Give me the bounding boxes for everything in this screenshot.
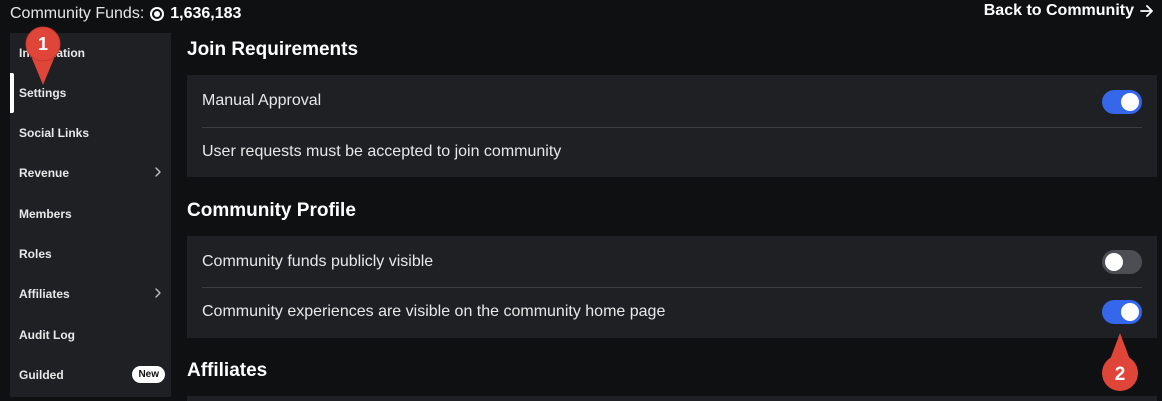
community-funds-label: Community Funds: xyxy=(10,5,145,22)
back-to-community-link[interactable]: Back to Community xyxy=(984,0,1154,22)
sidebar-item-label: Social Links xyxy=(19,126,90,140)
sidebar-item-guilded[interactable]: Guilded New xyxy=(10,355,171,395)
sidebar-item-members[interactable]: Members xyxy=(10,194,171,234)
join-description-row: User requests must be accepted to join c… xyxy=(202,127,1142,177)
community-funds-value: 1,636,183 xyxy=(170,5,242,22)
annotation-marker-2-number: 2 xyxy=(1115,364,1126,385)
sidebar-item-label: Roles xyxy=(19,247,52,261)
affiliates-card xyxy=(187,396,1157,401)
affiliates-title: Affiliates xyxy=(187,360,268,381)
manual-approval-toggle[interactable] xyxy=(1102,90,1142,114)
sidebar-item-label: Members xyxy=(19,207,72,221)
sidebar: Information Settings Social Links Revenu… xyxy=(10,33,171,397)
sidebar-item-roles[interactable]: Roles xyxy=(10,234,171,274)
manual-approval-row: Manual Approval xyxy=(202,76,1142,126)
join-requirements-card: Manual Approval User requests must be ac… xyxy=(187,75,1157,177)
annotation-marker-1-number: 1 xyxy=(38,34,48,54)
community-profile-title: Community Profile xyxy=(187,200,356,221)
toggle-knob xyxy=(1105,253,1123,271)
chevron-right-icon xyxy=(155,167,161,177)
sidebar-item-label: Guilded xyxy=(19,368,64,382)
join-requirements-title: Join Requirements xyxy=(187,39,359,60)
funds-visible-toggle[interactable] xyxy=(1102,250,1142,274)
toggle-knob xyxy=(1121,93,1139,111)
new-badge: New xyxy=(132,366,165,383)
funds-visible-label: Community funds publicly visible xyxy=(202,253,434,270)
sidebar-item-label: Affiliates xyxy=(19,287,70,301)
community-profile-card: Community funds publicly visible Communi… xyxy=(187,236,1157,338)
back-to-community-label: Back to Community xyxy=(983,2,1134,19)
funds-visible-row: Community funds publicly visible xyxy=(202,237,1142,287)
arrow-right-icon xyxy=(1140,5,1153,17)
community-funds: Community Funds: 1,636,183 xyxy=(10,3,241,25)
sidebar-item-label: Revenue xyxy=(19,166,70,180)
manual-approval-label: Manual Approval xyxy=(202,92,322,109)
sidebar-item-revenue[interactable]: Revenue xyxy=(10,153,171,193)
toggle-knob xyxy=(1121,303,1139,321)
join-description: User requests must be accepted to join c… xyxy=(202,143,562,160)
sidebar-item-social-links[interactable]: Social Links xyxy=(10,113,171,153)
sidebar-item-audit-log[interactable]: Audit Log xyxy=(10,315,171,355)
sidebar-item-label: Settings xyxy=(19,86,67,100)
chevron-right-icon xyxy=(155,288,161,298)
robux-icon xyxy=(150,7,165,21)
sidebar-item-label: Audit Log xyxy=(19,328,75,342)
annotation-marker-1: 1 xyxy=(24,25,62,87)
annotation-marker-2: 2 xyxy=(1100,331,1140,393)
experiences-visible-label: Community experiences are visible on the… xyxy=(202,303,666,320)
experiences-visible-toggle[interactable] xyxy=(1102,300,1142,324)
experiences-visible-row: Community experiences are visible on the… xyxy=(202,287,1142,337)
sidebar-item-affiliates[interactable]: Affiliates xyxy=(10,274,171,314)
